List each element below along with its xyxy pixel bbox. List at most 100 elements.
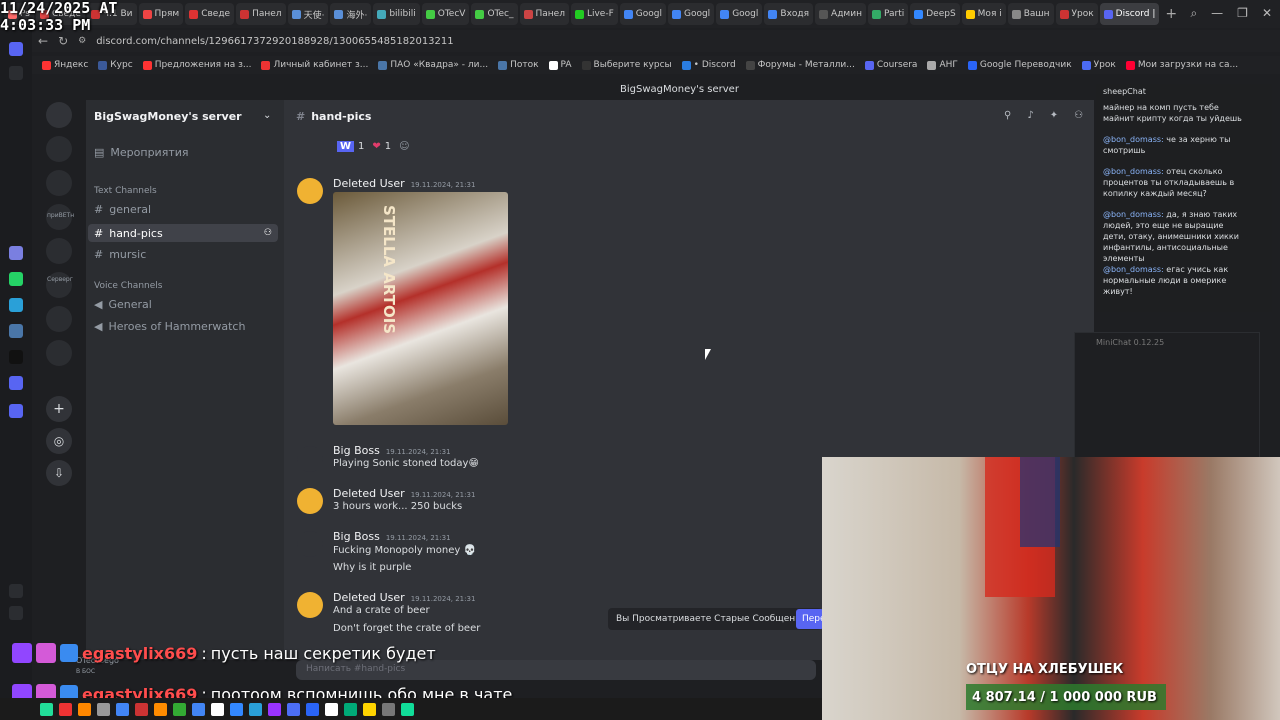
new-tab-button[interactable]: + <box>1165 6 1177 22</box>
taskbar-app-icon[interactable] <box>230 702 243 716</box>
browser-tab[interactable]: Googl <box>667 3 715 25</box>
browser-tab[interactable]: Googl <box>716 3 763 25</box>
bookmark-item[interactable]: ПАО «Квадра» - ли... <box>378 60 488 70</box>
avatar[interactable] <box>297 488 323 514</box>
star-icon[interactable] <box>9 66 23 80</box>
taskbar-app-icon[interactable] <box>268 702 281 716</box>
bookmark-item[interactable]: Мои загрузки на са... <box>1125 60 1238 70</box>
taskbar-app-icon[interactable] <box>135 702 148 716</box>
bookmark-item[interactable]: Выберите курсы <box>581 60 672 70</box>
browser-tab[interactable]: Панел <box>519 3 569 25</box>
taskbar-app-icon[interactable] <box>78 702 91 716</box>
taskbar-app-icon[interactable] <box>116 702 129 716</box>
avatar[interactable] <box>297 446 323 472</box>
bookmark-item[interactable]: Форумы - Металли... <box>745 60 855 70</box>
avatar[interactable] <box>297 592 323 618</box>
message-author[interactable]: Big Boss 19.11.2024, 21:31 <box>333 444 451 457</box>
message-author[interactable]: Big Boss 19.11.2024, 21:31 <box>333 530 451 543</box>
bookmark-item[interactable]: АНГ <box>927 60 958 70</box>
browser-tab[interactable]: Админ <box>815 3 866 25</box>
message-author[interactable]: Deleted User 19.11.2024, 21:31 <box>333 487 475 500</box>
bookmark-item[interactable]: Google Переводчик <box>967 60 1072 70</box>
taskbar-app-icon[interactable] <box>211 702 224 716</box>
avatar[interactable] <box>297 178 323 204</box>
minimize-icon[interactable]: — <box>1211 6 1223 21</box>
reload-icon[interactable]: ↻ <box>58 34 68 48</box>
browser-tab[interactable]: Прям <box>138 3 184 25</box>
address-bar[interactable]: ← ↻ ⚙ discord.com/channels/1296617372920… <box>32 30 1280 52</box>
channel-mursic[interactable]: # mursic <box>94 248 146 261</box>
browser-tab[interactable]: Googl <box>619 3 666 25</box>
taskbar-app-icon[interactable] <box>40 702 53 716</box>
browser-tab[interactable]: Live-F <box>570 3 618 25</box>
voice-channel-general[interactable]: ◀ General <box>94 298 152 311</box>
add-server-icon[interactable]: + <box>46 396 72 422</box>
discord-icon[interactable] <box>9 376 23 390</box>
taskbar-app-icon[interactable] <box>306 702 319 716</box>
message-input[interactable]: Написать #hand-pics <box>296 660 816 680</box>
taskbar-app-icon[interactable] <box>382 702 395 716</box>
bookmark-item[interactable]: Урок <box>1081 60 1116 70</box>
reaction[interactable]: ❤ 1 <box>372 141 391 152</box>
bookmark-item[interactable]: PA <box>548 60 572 70</box>
jump-to-present-button[interactable]: Пере <box>796 609 826 629</box>
reaction[interactable]: W1 <box>337 141 364 152</box>
events-item[interactable]: ▤ Мероприятия <box>94 146 189 159</box>
bookmark-item[interactable]: Личный кабинет з... <box>261 60 368 70</box>
taskbar-app-icon[interactable] <box>401 702 414 716</box>
bookmark-item[interactable]: Предложения на з... <box>142 60 251 70</box>
taskbar-app-icon[interactable] <box>59 702 72 716</box>
vk-icon[interactable] <box>9 324 23 338</box>
taskbar-app-icon[interactable] <box>192 702 205 716</box>
browser-tab[interactable]: Parti <box>867 3 909 25</box>
threads-icon[interactable]: ⚲ <box>1004 110 1011 121</box>
history-icon[interactable] <box>9 606 23 620</box>
bookmark-item[interactable]: Яндекс <box>42 60 88 70</box>
whatsapp-icon[interactable] <box>9 272 23 286</box>
taskbar-app-icon[interactable] <box>325 702 338 716</box>
bookmark-item[interactable]: Курс <box>98 60 133 70</box>
browser-tab[interactable]: Моя і <box>961 3 1006 25</box>
server-icon[interactable] <box>46 136 72 162</box>
bookmark-item[interactable]: Поток <box>498 60 539 70</box>
browser-tab[interactable]: OTecV <box>421 3 470 25</box>
bookmark-item[interactable]: Coursera <box>864 60 917 70</box>
add-reaction-icon[interactable]: ☺ <box>399 141 409 152</box>
browser-tab[interactable]: 天使· <box>287 3 329 25</box>
home-icon[interactable] <box>9 42 23 56</box>
members-icon[interactable]: ⚇ <box>1074 110 1083 121</box>
maximize-icon[interactable]: ❐ <box>1237 6 1248 21</box>
discord-home-icon[interactable] <box>46 102 72 128</box>
taskbar-app-icon[interactable] <box>249 702 262 716</box>
browser-tab[interactable]: Урок <box>1055 3 1098 25</box>
server-icon[interactable] <box>46 238 72 264</box>
browser-tab[interactable]: Входя <box>764 3 814 25</box>
search-tabs-icon[interactable]: ⌕ <box>1190 6 1197 21</box>
browser-tab[interactable]: OTec_ <box>471 3 518 25</box>
heart-icon[interactable] <box>9 584 23 598</box>
browser-tab[interactable]: Сведе <box>185 3 235 25</box>
channel-hand-pics[interactable]: # hand-pics ⚇ <box>88 224 278 242</box>
close-icon[interactable]: ✕ <box>1262 6 1272 21</box>
app-icon[interactable] <box>9 246 23 260</box>
site-info-icon[interactable]: ⚙ <box>78 36 86 46</box>
browser-tab[interactable]: 海外· <box>330 3 372 25</box>
back-icon[interactable]: ← <box>38 34 48 48</box>
bell-icon[interactable]: ♪ <box>1027 110 1033 121</box>
bookmark-item[interactable]: • Discord <box>681 60 736 70</box>
voice-channels-category[interactable]: Voice Channels <box>94 281 162 291</box>
voice-channel-heroes[interactable]: ◀ Heroes of Hammerwatch <box>94 320 245 333</box>
pin-icon[interactable]: ✦ <box>1050 110 1058 121</box>
chevron-down-icon[interactable]: ⌄ <box>263 110 271 121</box>
channel-general[interactable]: # general <box>94 203 151 216</box>
browser-tab[interactable]: bilibili <box>373 3 420 25</box>
beer-photo[interactable] <box>333 192 508 425</box>
url-text[interactable]: discord.com/channels/1296617372920188928… <box>96 36 453 47</box>
taskbar-app-icon[interactable] <box>173 702 186 716</box>
browser-tab[interactable]: DeepS <box>910 3 960 25</box>
message-author[interactable]: Deleted User 19.11.2024, 21:31 <box>333 591 475 604</box>
taskbar-app-icon[interactable] <box>344 702 357 716</box>
browser-tab[interactable]: Discord | <box>1099 3 1160 25</box>
taskbar-app-icon[interactable] <box>287 702 300 716</box>
browser-tab[interactable]: Панел <box>236 3 286 25</box>
